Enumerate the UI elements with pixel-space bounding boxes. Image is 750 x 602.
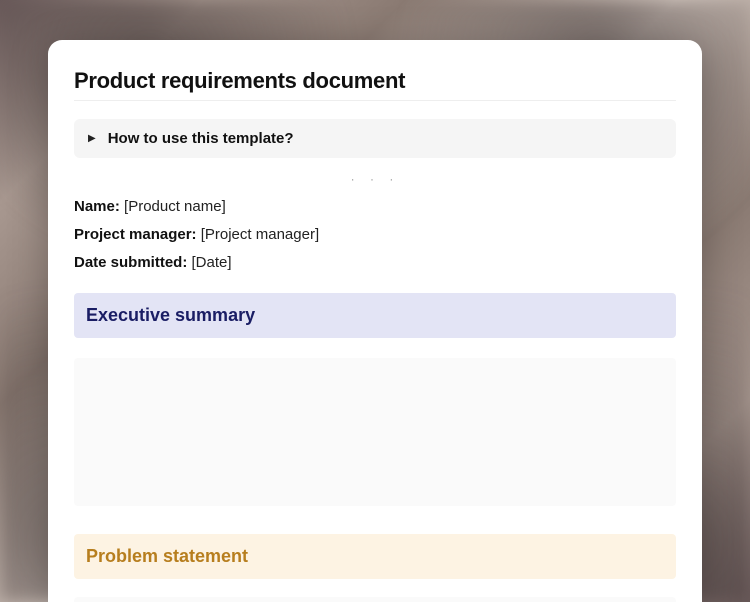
field-name: Name: [Product name]: [74, 198, 676, 215]
field-date-submitted-label: Date submitted:: [74, 254, 187, 271]
section-divider-dots: · · ·: [74, 158, 676, 198]
collapsible-label: How to use this template?: [108, 130, 294, 147]
executive-summary-content-area[interactable]: [74, 358, 676, 506]
document-card: Product requirements document ▶ How to u…: [48, 40, 702, 602]
page-title: Product requirements document: [74, 68, 676, 94]
collapsible-how-to-use[interactable]: ▶ How to use this template?: [74, 119, 676, 158]
field-name-value[interactable]: [Product name]: [124, 198, 226, 215]
title-divider: [74, 100, 676, 101]
chevron-right-icon: ▶: [88, 134, 96, 144]
section-heading-problem-statement: Problem statement: [74, 534, 676, 579]
field-project-manager: Project manager: [Project manager]: [74, 226, 676, 243]
field-date-submitted-value[interactable]: [Date]: [192, 254, 232, 271]
field-date-submitted: Date submitted: [Date]: [74, 254, 676, 271]
problem-statement-content-area[interactable]: [74, 597, 676, 602]
field-project-manager-value[interactable]: [Project manager]: [201, 226, 319, 243]
field-project-manager-label: Project manager:: [74, 226, 197, 243]
section-heading-executive-summary: Executive summary: [74, 293, 676, 338]
field-name-label: Name:: [74, 198, 120, 215]
